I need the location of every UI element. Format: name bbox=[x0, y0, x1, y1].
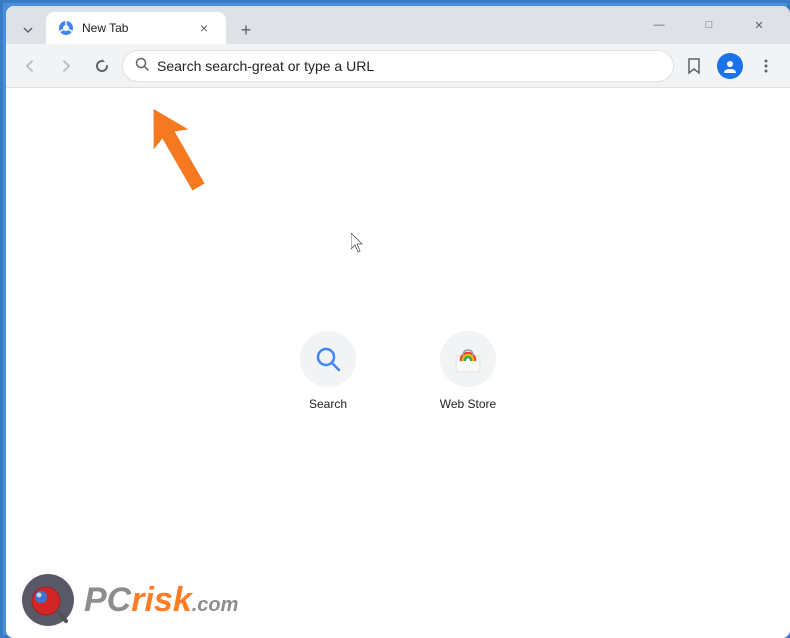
nav-bar bbox=[6, 44, 790, 88]
shortcut-webstore[interactable]: Web Store bbox=[418, 331, 518, 411]
active-tab[interactable]: New Tab × bbox=[46, 12, 226, 44]
shortcut-webstore-icon bbox=[440, 331, 496, 387]
arrow-indicator bbox=[136, 103, 216, 193]
reload-button[interactable] bbox=[86, 50, 118, 82]
watermark-logo-icon bbox=[21, 573, 76, 628]
watermark-pc: PCrisk.com bbox=[84, 581, 238, 619]
new-tab-button[interactable]: + bbox=[232, 16, 260, 44]
watermark-text: PCrisk.com bbox=[84, 581, 238, 620]
main-content: Search Web Stor bbox=[6, 88, 790, 638]
close-button[interactable]: ✕ bbox=[736, 10, 782, 40]
back-button[interactable] bbox=[14, 50, 46, 82]
mouse-cursor bbox=[351, 233, 365, 253]
address-search-icon bbox=[135, 57, 149, 74]
browser-window: New Tab × + — □ ✕ bbox=[6, 6, 790, 638]
shortcut-search-icon bbox=[300, 331, 356, 387]
title-bar: New Tab × + — □ ✕ bbox=[6, 6, 790, 44]
profile-button[interactable] bbox=[714, 50, 746, 82]
maximize-button[interactable]: □ bbox=[686, 10, 732, 40]
profile-icon bbox=[717, 53, 743, 79]
tab-dropdown-button[interactable] bbox=[14, 16, 42, 44]
tab-close-button[interactable]: × bbox=[194, 18, 214, 38]
shortcut-webstore-label: Web Store bbox=[440, 397, 496, 411]
tab-bar: New Tab × + bbox=[14, 6, 636, 44]
minimize-button[interactable]: — bbox=[636, 10, 682, 40]
shortcut-search-label: Search bbox=[309, 397, 347, 411]
forward-button[interactable] bbox=[50, 50, 82, 82]
shortcuts-area: Search Web Stor bbox=[278, 331, 518, 411]
tab-favicon bbox=[58, 20, 74, 36]
bookmark-button[interactable] bbox=[678, 50, 710, 82]
window-controls: — □ ✕ bbox=[636, 10, 782, 40]
menu-button[interactable] bbox=[750, 50, 782, 82]
address-bar[interactable] bbox=[122, 50, 674, 82]
shortcut-search[interactable]: Search bbox=[278, 331, 378, 411]
watermark: PCrisk.com bbox=[21, 573, 238, 628]
tab-title: New Tab bbox=[82, 21, 188, 35]
address-input[interactable] bbox=[157, 58, 661, 74]
